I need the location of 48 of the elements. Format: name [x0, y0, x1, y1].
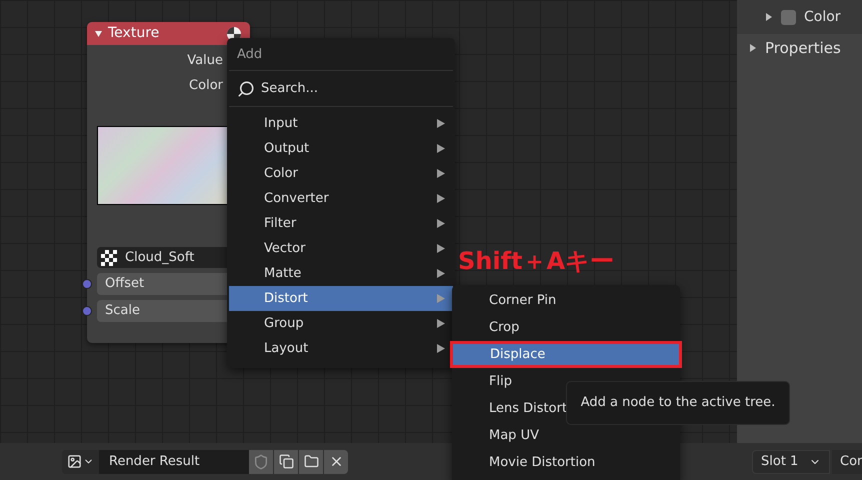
submenu-arrow-icon [437, 244, 445, 253]
section-title: Properties [765, 38, 841, 59]
submenu-item[interactable]: Crop [452, 314, 680, 341]
open-button[interactable] [299, 450, 323, 474]
submenu-item[interactable]: Map UV [452, 422, 680, 449]
disclosure-triangle-icon[interactable] [765, 13, 773, 21]
node-title: Texture [108, 24, 160, 43]
image-type-dropdown[interactable] [62, 450, 99, 474]
submenu-arrow-icon [437, 119, 445, 128]
submenu-arrow-icon [437, 294, 445, 303]
header-dropdown[interactable]: Cor [832, 450, 862, 474]
input-socket[interactable] [82, 279, 92, 289]
duplicate-button[interactable] [274, 450, 298, 474]
submenu-item[interactable]: Movie Distortion [452, 449, 680, 476]
folder-icon [304, 454, 318, 469]
search-item[interactable]: Search... [227, 71, 455, 106]
shortcut-annotation: Shift＋Aキー [458, 246, 614, 277]
search-icon [237, 80, 255, 98]
close-button[interactable] [324, 450, 348, 474]
panel-row-label: Color [804, 8, 841, 26]
image-icon [67, 454, 82, 469]
submenu-item[interactable]: Displace [450, 341, 682, 368]
tooltip: Add a node to the active tree. [566, 381, 790, 425]
panel-row[interactable]: Color [737, 0, 862, 34]
submenu-arrow-icon [437, 169, 445, 178]
submenu-arrow-icon [437, 344, 445, 353]
collapse-triangle-icon[interactable] [95, 30, 102, 36]
panel-section-header[interactable]: Properties [737, 34, 862, 62]
submenu-arrow-icon [437, 269, 445, 278]
node-header[interactable]: Texture [87, 22, 250, 45]
submenu-arrow-icon [437, 194, 445, 203]
copy-icon [278, 454, 294, 469]
submenu-arrow-icon [437, 219, 445, 228]
color-swatch[interactable] [781, 10, 796, 24]
texture-name: Cloud_Soft [125, 248, 194, 267]
output-label: Value [187, 52, 223, 69]
disclosure-triangle-icon[interactable] [749, 44, 757, 52]
menu-item[interactable]: Distort [229, 286, 453, 311]
fake-user-button[interactable] [249, 450, 273, 474]
image-name-field[interactable]: Render Result [99, 450, 249, 474]
checker-icon [101, 250, 117, 266]
output-label: Color [189, 77, 223, 94]
submenu-arrow-icon [437, 319, 445, 328]
input-socket[interactable] [82, 306, 92, 316]
slot-dropdown[interactable]: Slot 1 [752, 450, 830, 474]
submenu-arrow-icon [437, 144, 445, 153]
shield-icon [253, 454, 269, 470]
submenu-item[interactable]: Corner Pin [452, 287, 680, 314]
